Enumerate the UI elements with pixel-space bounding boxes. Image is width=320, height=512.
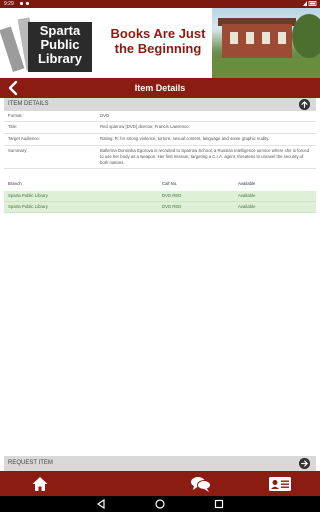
system-recents-icon[interactable] bbox=[214, 499, 224, 509]
system-back-icon[interactable] bbox=[96, 499, 106, 509]
detail-value: DVD bbox=[100, 113, 110, 118]
main-content: ITEM DETAILS Format: DVD Title: Red spar… bbox=[4, 98, 316, 471]
logo-line: Public bbox=[40, 37, 80, 52]
logo-text: Sparta Public Library bbox=[28, 22, 92, 72]
library-building-photo bbox=[212, 8, 320, 78]
detail-label: Target Audience: bbox=[8, 136, 41, 141]
title-bar: Item Details bbox=[0, 78, 320, 98]
detail-row-title: Title: Red sparrow [DVD] director, Franc… bbox=[4, 122, 316, 134]
detail-label: Summary: bbox=[8, 148, 28, 153]
detail-row-format: Format: DVD bbox=[4, 111, 316, 122]
branch-cell: Sparta Public Library bbox=[8, 204, 48, 209]
table-row: Sparta Public Library DVD RED Available bbox=[4, 202, 316, 213]
detail-row-summary: Summary: Ballerina Dominika Egorova is r… bbox=[4, 146, 316, 169]
library-card-icon[interactable] bbox=[268, 475, 292, 493]
detail-label: Title: bbox=[8, 124, 18, 129]
section-title: REQUEST ITEM bbox=[8, 460, 53, 466]
detail-value: Red sparrow [DVD] director, Francis Lawr… bbox=[100, 124, 190, 129]
back-arrow-icon[interactable] bbox=[6, 80, 22, 96]
detail-label: Format: bbox=[8, 113, 23, 118]
arrow-right-icon[interactable] bbox=[299, 458, 310, 469]
status-time: 9:29 bbox=[4, 1, 14, 7]
table-row: Sparta Public Library DVD RED Available bbox=[4, 191, 316, 202]
logo-line: Sparta bbox=[39, 23, 81, 38]
notification-icon bbox=[26, 2, 29, 5]
chat-icon[interactable] bbox=[190, 475, 212, 493]
holdings-table-header: Branch Call No. Available bbox=[4, 179, 316, 189]
collapse-up-icon[interactable] bbox=[299, 99, 310, 110]
item-details-panel: Format: DVD Title: Red sparrow [DVD] dir… bbox=[4, 111, 316, 456]
availability-cell: Available bbox=[238, 204, 256, 209]
battery-wifi-icon bbox=[303, 1, 317, 6]
availability-cell: Available bbox=[238, 193, 256, 198]
library-logo: Sparta Public Library bbox=[0, 16, 92, 72]
library-banner: Sparta Public Library Books Are Just the… bbox=[0, 8, 320, 78]
status-bar: 9:29 bbox=[0, 0, 320, 8]
system-nav-bar bbox=[0, 496, 320, 512]
item-details-header[interactable]: ITEM DETAILS bbox=[4, 98, 316, 111]
call-number-cell: DVD RED bbox=[162, 193, 182, 198]
call-number-cell: DVD RED bbox=[162, 204, 182, 209]
tagline-line: the Beginning bbox=[114, 41, 202, 56]
bottom-nav-bar bbox=[0, 471, 320, 496]
column-header: Branch bbox=[8, 181, 22, 186]
column-header: Call No. bbox=[162, 181, 178, 186]
detail-value: Ballerina Dominika Egorova is recruited … bbox=[100, 148, 309, 165]
detail-row-audience: Target Audience: Rating: R; for strong v… bbox=[4, 134, 316, 146]
request-item-header[interactable]: REQUEST ITEM bbox=[4, 456, 316, 471]
column-header: Available bbox=[238, 181, 256, 186]
home-icon[interactable] bbox=[31, 475, 49, 493]
detail-value: Rating: R; for strong violence, torture,… bbox=[100, 136, 270, 141]
section-title: ITEM DETAILS bbox=[8, 101, 49, 107]
system-home-icon[interactable] bbox=[155, 499, 165, 509]
tagline: Books Are Just the Beginning bbox=[108, 26, 208, 56]
branch-cell: Sparta Public Library bbox=[8, 193, 48, 198]
notification-icon bbox=[20, 2, 23, 5]
page-title: Item Details bbox=[134, 83, 186, 93]
logo-line: Library bbox=[37, 51, 83, 66]
tagline-line: Books Are Just bbox=[110, 26, 206, 41]
